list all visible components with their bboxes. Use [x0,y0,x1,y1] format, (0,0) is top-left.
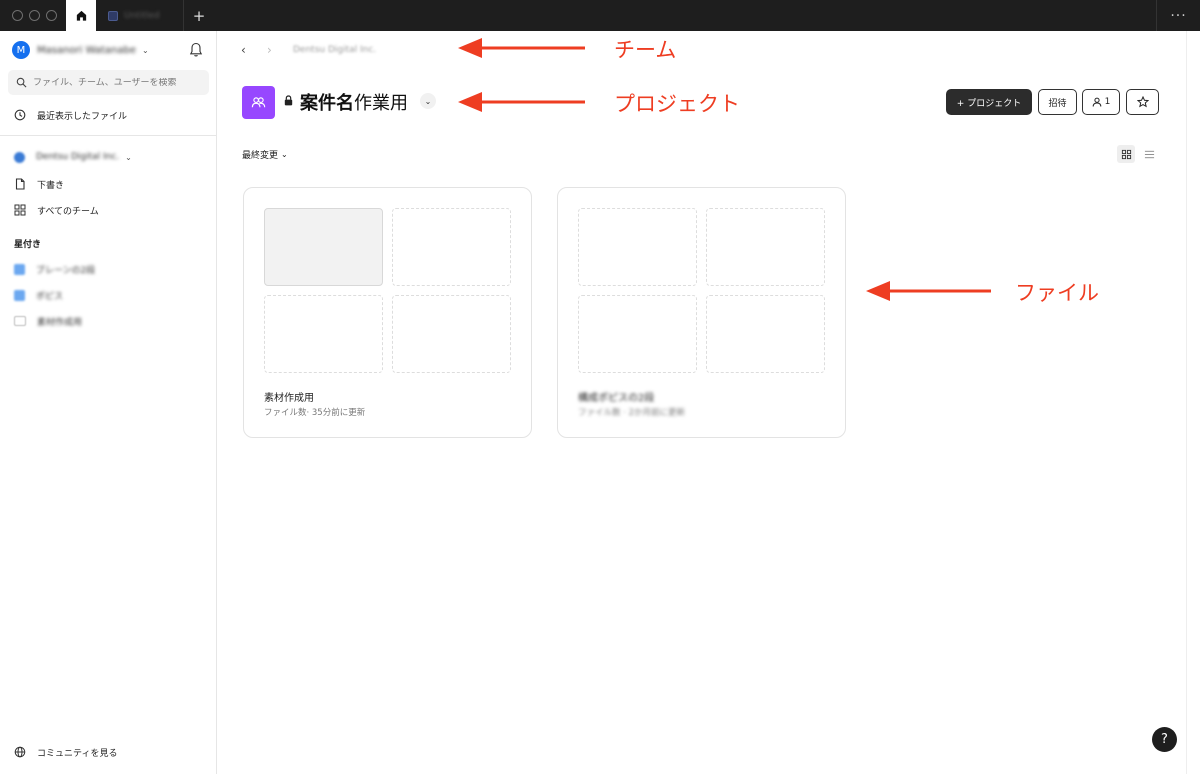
project-icon [14,263,25,275]
home-tab[interactable] [66,0,96,31]
search-box[interactable] [8,70,209,95]
sidebar-item-label: すべてのチーム [37,206,99,217]
project-icon [242,86,275,119]
file-tab[interactable]: Untitled [96,0,184,31]
sidebar-item-drafts[interactable]: 下書き [14,175,64,193]
file-thumbnail-empty [392,208,511,286]
file-thumbnail-empty [578,208,697,286]
user-icon [1092,97,1101,107]
project-title: 案件名 作業用 [300,89,408,115]
project-title-bold: 案件名 [300,93,354,114]
file-card[interactable]: 構成ポピスの2段 ファイル数 · 2か月前に更新 [557,187,846,438]
project-annotation-label: プロジェクト [614,92,740,116]
card-meta: ファイル数 · 2か月前に更新 [578,408,686,418]
avatar: M [12,41,30,59]
sidebar-item-label: 下書き [37,180,65,191]
sort-label: 最終変更 [242,151,279,161]
breadcrumb: ‹ › Dentsu Digital Inc. [241,42,376,58]
card-meta: ファイル数· 35分前に更新 [264,408,366,418]
title-bar: Untitled + ··· [0,0,1200,31]
starred-item[interactable]: ポピス [14,286,63,304]
main-content: ‹ › Dentsu Digital Inc. 案件名 作業用 ⌄ + プロジェク… [217,31,1186,774]
more-menu-button[interactable]: ··· [1156,0,1200,31]
community-link[interactable]: コミュニティを見る [14,743,117,761]
sidebar-item-recent[interactable]: 最近表示したファイル [14,106,127,124]
chevron-down-icon: ⌄ [281,150,288,159]
zoom-window-button[interactable] [46,10,57,21]
clock-icon [14,109,26,121]
starred-item[interactable]: 素材作成用 [14,312,82,330]
chevron-down-icon: ⌄ [142,45,149,55]
grid-icon [14,204,26,216]
star-icon [1136,96,1149,108]
home-icon [76,10,86,21]
list-icon [1144,150,1154,158]
grid-view-toggle[interactable] [1117,145,1135,163]
account-switcher[interactable]: M Masanori Watanabe ⌄ [12,40,207,60]
project-icon [14,289,25,301]
sidebar-item-all-teams[interactable]: すべてのチーム [14,201,99,219]
starred-item-label: ブレーンの2段 [36,265,96,276]
lock-icon [284,95,293,106]
back-button[interactable]: ‹ [241,43,255,57]
new-project-button[interactable]: + プロジェクト [946,89,1032,115]
help-button[interactable]: ? [1152,727,1177,752]
close-window-button[interactable] [12,10,23,21]
member-count: 1 [1104,97,1111,107]
team-annotation-arrow [458,38,585,58]
team-switcher[interactable]: Dentsu Digital Inc. ⌄ [14,148,132,166]
favorite-button[interactable] [1126,89,1159,115]
project-title-rest: 作業用 [354,93,408,114]
search-icon [16,77,27,88]
file-icon [108,10,118,21]
card-title: 構成ポピスの2段 [578,393,655,404]
project-menu-button[interactable]: ⌄ [420,93,436,109]
starred-item-label: ポピス [36,291,64,302]
user-name: Masanori Watanabe [37,44,137,56]
globe-icon [14,746,26,758]
sidebar: M Masanori Watanabe ⌄ 最近表示したファイル Dentsu … [0,31,217,774]
file-tab-label: Untitled [124,10,160,21]
file-thumbnail-empty [578,295,697,373]
file-thumbnail [264,208,383,286]
file-thumbnail-empty [264,295,383,373]
bell-icon[interactable] [189,42,203,58]
window-controls [0,10,66,21]
file-thumbnail-empty [392,295,511,373]
file-thumbnail-empty [706,295,825,373]
file-annotation-arrow [866,281,991,301]
search-input[interactable] [33,77,203,88]
team-name: Dentsu Digital Inc. [36,152,120,162]
card-title: 素材作成用 [264,393,314,404]
starred-section-label: 星付き [14,240,42,250]
breadcrumb-team[interactable]: Dentsu Digital Inc. [293,45,376,55]
members-button[interactable]: 1 [1082,89,1120,115]
chevron-down-icon: ⌄ [424,96,432,106]
new-tab-button[interactable]: + [184,0,214,31]
file-icon [15,178,25,190]
starred-item-label: 素材作成用 [37,317,83,328]
folder-icon [14,316,26,326]
community-label: コミュニティを見る [37,748,118,759]
minimize-window-button[interactable] [29,10,40,21]
file-annotation-label: ファイル [1015,281,1099,305]
sidebar-divider [0,135,216,136]
file-thumbnail-empty [706,208,825,286]
grid-icon [1121,149,1131,159]
team-annotation-label: チーム [614,38,677,62]
chevron-down-icon: ⌄ [125,152,132,162]
sort-dropdown[interactable]: 最終変更 ⌄ [242,148,288,161]
sidebar-item-label: 最近表示したファイル [37,111,128,122]
file-card[interactable]: 素材作成用 ファイル数· 35分前に更新 [243,187,532,438]
starred-item[interactable]: ブレーンの2段 [14,260,95,278]
window-edge [1186,31,1200,774]
invite-button[interactable]: 招待 [1038,89,1077,115]
project-annotation-arrow [458,92,585,112]
team-members-icon [251,97,266,108]
list-view-toggle[interactable] [1140,145,1158,163]
forward-button[interactable]: › [267,43,281,57]
team-logo-icon [14,151,25,163]
